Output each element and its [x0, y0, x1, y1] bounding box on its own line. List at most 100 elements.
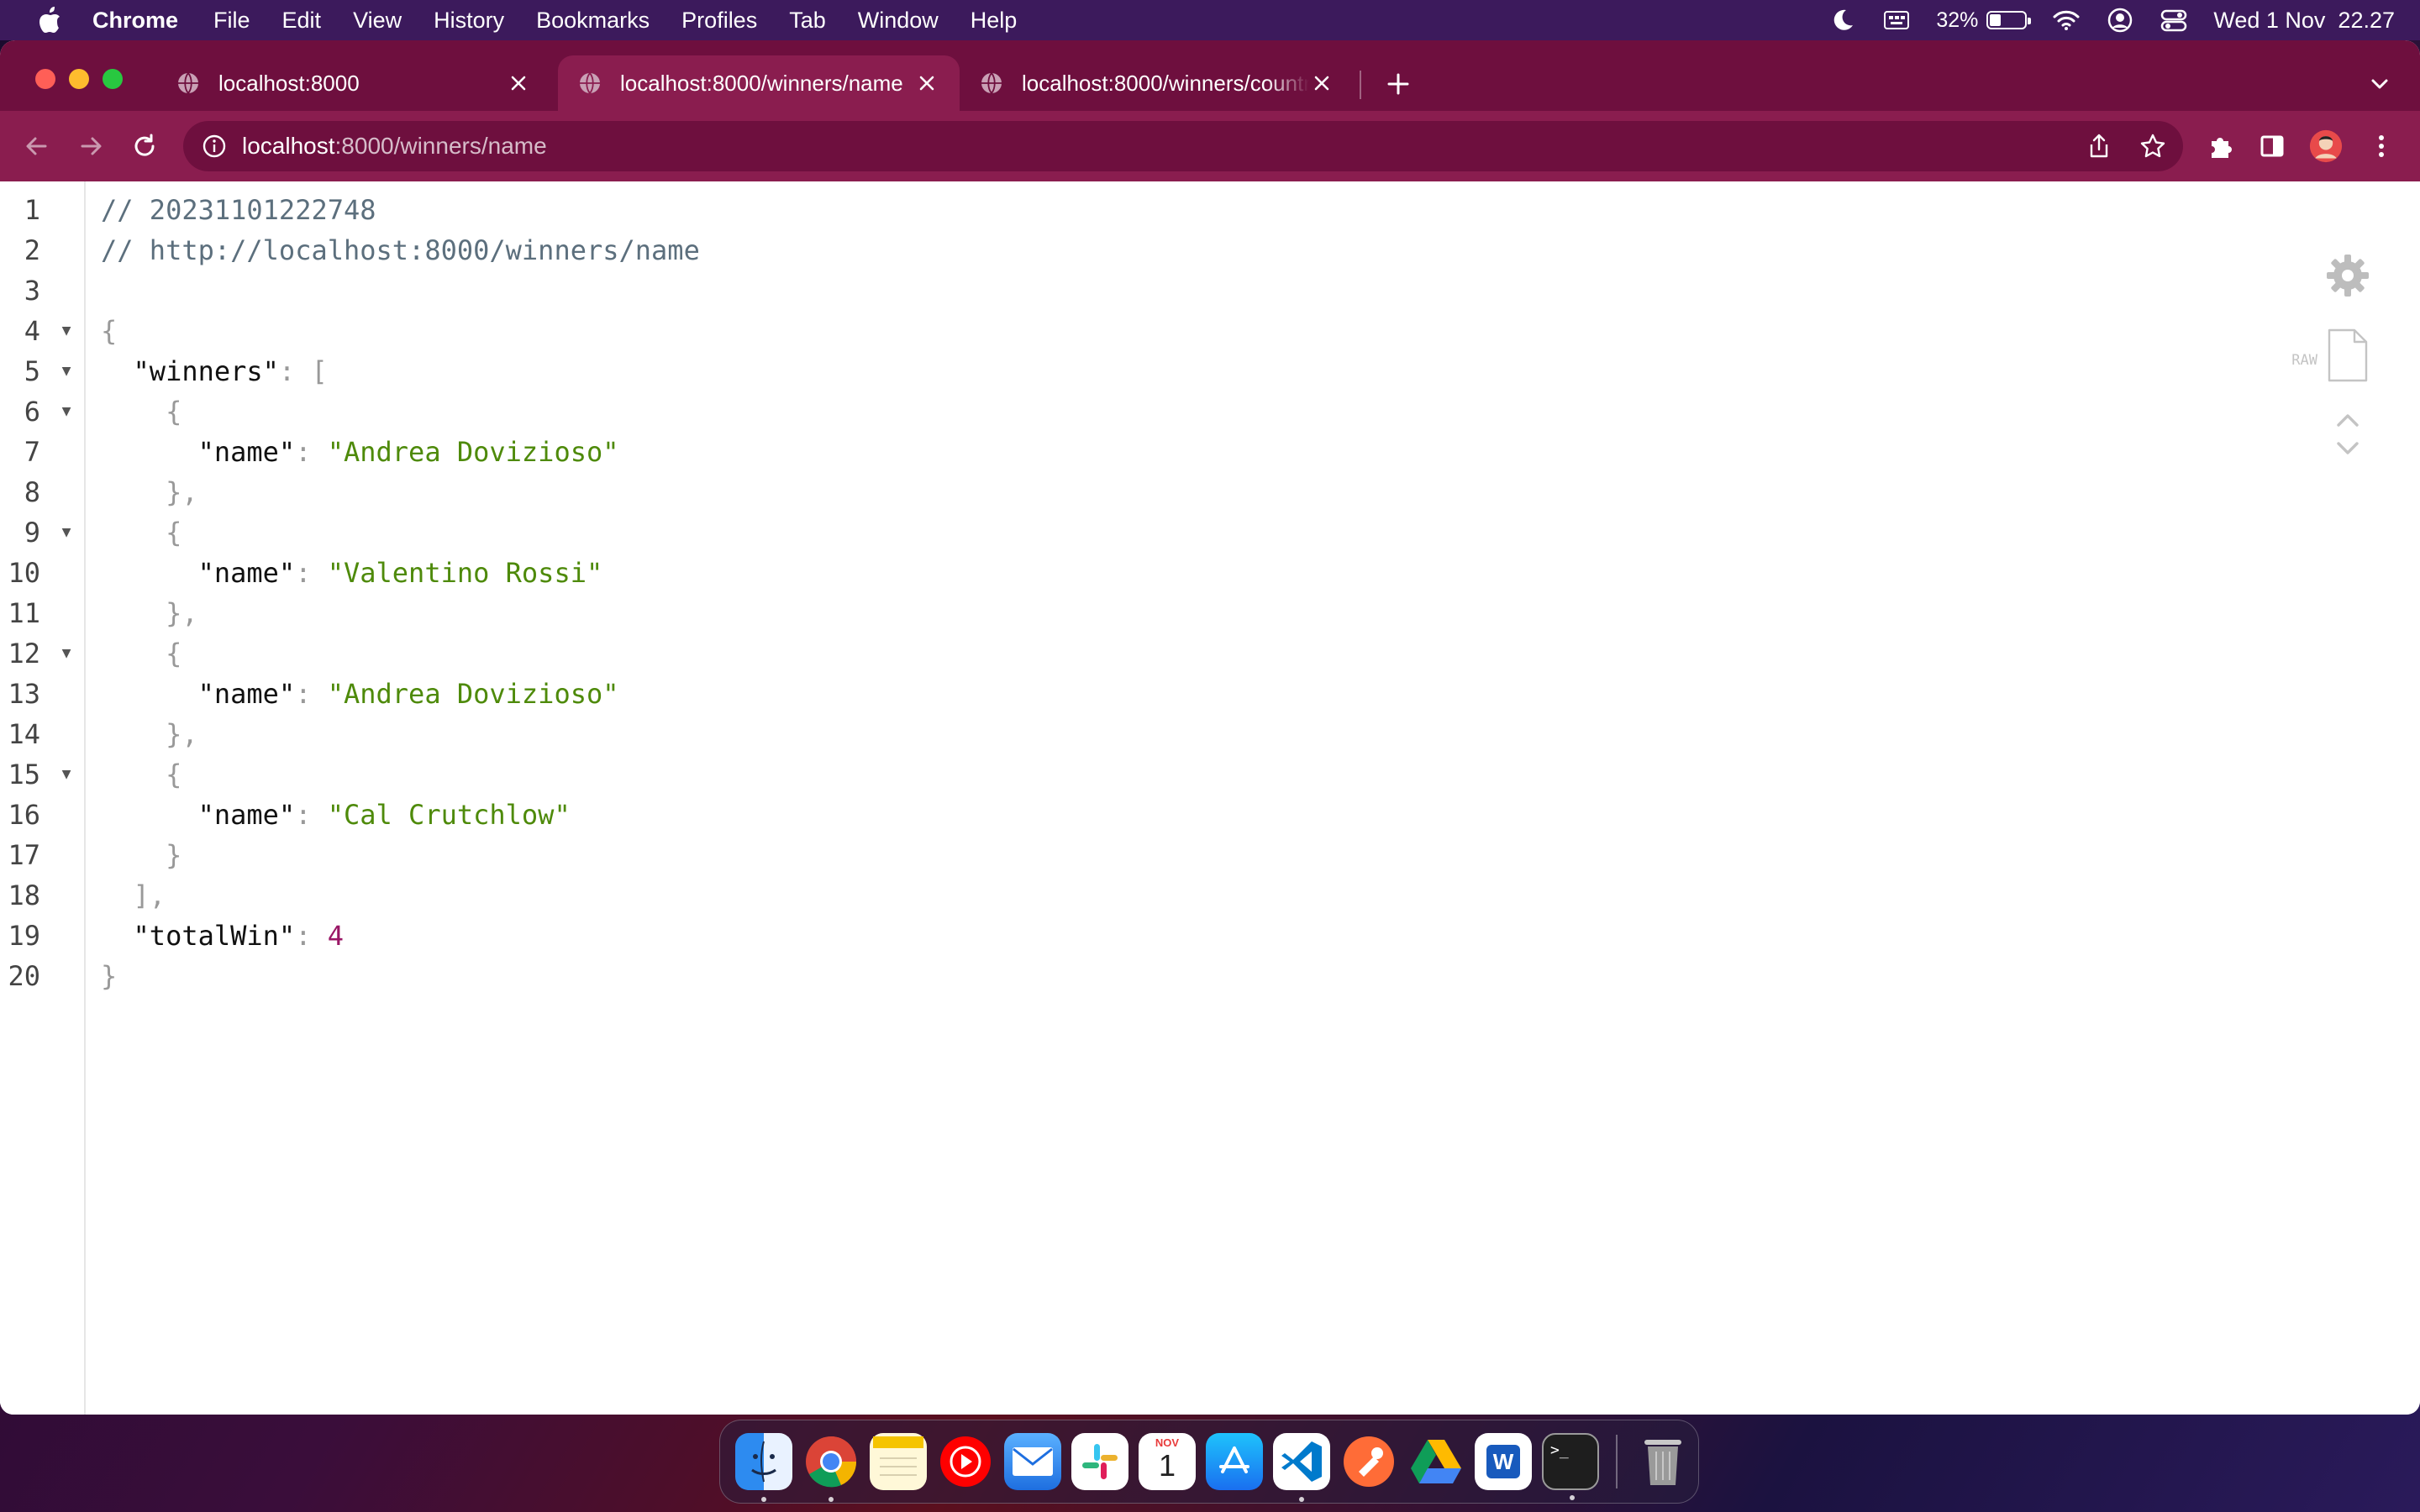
battery-status[interactable]: 32% — [1936, 8, 2032, 33]
tab-winners-name[interactable]: localhost:8000/winners/name — [558, 55, 960, 111]
line-number: 9 — [24, 517, 40, 549]
close-tab-icon[interactable] — [1309, 71, 1334, 96]
tab-title: localhost:8000/winners/country — [1022, 70, 1309, 96]
code-token: { — [101, 396, 182, 428]
fold-toggle-icon[interactable]: ▼ — [59, 512, 74, 553]
close-tab-icon[interactable] — [914, 71, 939, 96]
reload-button[interactable] — [128, 129, 161, 163]
line-number: 17 — [8, 839, 40, 871]
code-line: 13 "name": "Andrea Dovizioso" — [0, 674, 2269, 714]
fold-toggle-icon[interactable]: ▼ — [59, 351, 74, 391]
menu-profiles[interactable]: Profiles — [681, 8, 757, 34]
menu-bookmarks[interactable]: Bookmarks — [536, 8, 650, 34]
new-tab-button[interactable] — [1383, 69, 1413, 99]
site-info-icon[interactable] — [202, 134, 227, 159]
chevron-down-icon — [2337, 442, 2359, 454]
slack-icon[interactable] — [1071, 1433, 1128, 1490]
profile-avatar[interactable] — [2309, 129, 2343, 163]
tab-localhost[interactable]: localhost:8000 — [156, 55, 551, 111]
back-button[interactable] — [20, 129, 54, 163]
extensions-button[interactable] — [2203, 129, 2237, 163]
focus-moon-icon[interactable] — [1828, 6, 1857, 34]
youtube-music-icon[interactable] — [937, 1433, 994, 1490]
finder-icon[interactable] — [735, 1433, 792, 1502]
mail-icon[interactable] — [1004, 1433, 1061, 1490]
tab-separator — [1360, 71, 1361, 99]
menu-history[interactable]: History — [434, 8, 504, 34]
line-number: 13 — [8, 678, 40, 710]
user-account-icon[interactable] — [2106, 6, 2134, 34]
zoom-window-button[interactable] — [103, 69, 123, 89]
fold-toggle-icon[interactable]: ▼ — [59, 391, 74, 432]
expand-all-button[interactable] — [2323, 438, 2373, 459]
menu-window[interactable]: Window — [858, 8, 939, 34]
menu-edit[interactable]: Edit — [282, 8, 322, 34]
chrome-menu-button[interactable] — [2365, 129, 2398, 163]
chevron-down-icon — [2371, 79, 2388, 89]
code-token: { — [101, 759, 182, 790]
close-tab-icon[interactable] — [506, 71, 531, 96]
apple-icon[interactable] — [35, 6, 64, 34]
input-source-icon[interactable] — [1882, 6, 1911, 34]
notes-icon[interactable] — [870, 1433, 927, 1490]
chrome-icon[interactable] — [802, 1433, 860, 1502]
menu-file[interactable]: File — [213, 8, 250, 34]
code-text: { — [101, 391, 182, 432]
fold-toggle-icon[interactable]: ▼ — [59, 754, 74, 795]
code-token: { — [101, 517, 182, 549]
line-number: 3 — [24, 275, 40, 307]
code-text: }, — [101, 593, 198, 633]
tab-winners-country[interactable]: localhost:8000/winners/country — [960, 55, 1355, 111]
calendar-icon[interactable]: NOV 1 — [1139, 1433, 1196, 1490]
collapse-all-button[interactable] — [2323, 410, 2373, 430]
bookmark-star-icon[interactable] — [2138, 131, 2168, 161]
settings-button[interactable] — [2323, 250, 2373, 301]
line-number: 11 — [8, 597, 40, 629]
code-token: 4 — [327, 920, 344, 952]
code-line: 8 }, — [0, 472, 2269, 512]
postman-icon[interactable] — [1340, 1433, 1397, 1490]
code-text: { — [101, 633, 182, 674]
raw-label: RAW — [2291, 352, 2317, 369]
menu-app-name[interactable]: Chrome — [92, 8, 178, 34]
tab-title: localhost:8000 — [218, 70, 360, 96]
tab-search-button[interactable] — [2365, 69, 2395, 99]
code-text: }, — [101, 472, 198, 512]
fold-toggle-icon[interactable]: ▼ — [59, 633, 74, 674]
menu-view[interactable]: View — [353, 8, 402, 34]
json-viewer-tools: RAW — [2291, 250, 2373, 484]
menubar-clock[interactable]: Wed 1 Nov 22.27 — [2213, 8, 2395, 34]
code-text: } — [101, 835, 182, 875]
wifi-icon[interactable] — [2052, 6, 2081, 34]
close-window-button[interactable] — [35, 69, 55, 89]
code-token: }, — [101, 718, 198, 750]
code-line: 16 "name": "Cal Crutchlow" — [0, 795, 2269, 835]
reload-icon — [134, 134, 155, 156]
trash-icon[interactable] — [1634, 1433, 1691, 1490]
address-bar[interactable]: localhost:8000/winners/name — [183, 121, 2183, 171]
google-drive-icon[interactable] — [1407, 1433, 1465, 1490]
minimize-window-button[interactable] — [69, 69, 89, 89]
battery-icon — [1986, 11, 2032, 29]
app-store-icon[interactable] — [1206, 1433, 1263, 1490]
code-token: : — [295, 678, 328, 710]
word-icon[interactable]: W — [1475, 1433, 1532, 1490]
fold-toggle-icon[interactable]: ▼ — [59, 311, 74, 351]
tab-title: localhost:8000/winners/name — [620, 70, 903, 96]
line-number: 4 — [24, 315, 40, 347]
code-token: "Cal Crutchlow" — [327, 799, 571, 831]
menu-help[interactable]: Help — [971, 8, 1018, 34]
code-token: { — [101, 638, 182, 669]
code-token: : — [295, 557, 328, 589]
forward-button[interactable] — [74, 129, 108, 163]
raw-view-button[interactable]: RAW — [2291, 326, 2373, 385]
line-number: 10 — [8, 557, 40, 589]
code-text: "name": "Andrea Dovizioso" — [101, 674, 619, 714]
menu-tab[interactable]: Tab — [789, 8, 826, 34]
share-icon[interactable] — [2084, 131, 2114, 161]
control-center-icon[interactable] — [2160, 6, 2188, 34]
terminal-icon[interactable]: >_ — [1542, 1433, 1599, 1500]
json-viewer: 1 // 20231101222748 2 // http://localhost:8… — [0, 181, 2420, 1415]
side-panel-button[interactable] — [2255, 129, 2289, 163]
vscode-icon[interactable] — [1273, 1433, 1330, 1502]
